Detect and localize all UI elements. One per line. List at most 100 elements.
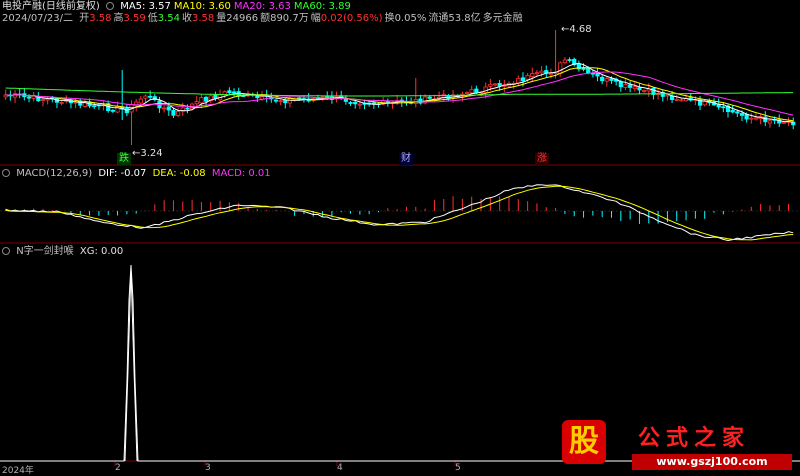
candle-body bbox=[739, 113, 745, 116]
candle-body bbox=[427, 96, 432, 99]
candle-body bbox=[418, 98, 423, 104]
indicator-title[interactable]: N字一剑封喉 bbox=[16, 246, 73, 257]
candle-body bbox=[199, 97, 204, 104]
candle-body bbox=[544, 70, 549, 74]
candle-body bbox=[143, 95, 148, 99]
candle-body bbox=[753, 117, 759, 120]
candle-body bbox=[632, 86, 637, 90]
candle-body bbox=[679, 99, 684, 102]
candle-body bbox=[781, 121, 787, 124]
macd-settings-circle-icon[interactable] bbox=[2, 169, 10, 177]
candle-body bbox=[749, 117, 754, 120]
macd-title[interactable]: MACD(12,26,9) bbox=[16, 168, 92, 179]
dea-line bbox=[5, 185, 794, 241]
candle-body bbox=[567, 59, 572, 61]
xaxis-label-feb: 2 bbox=[115, 463, 121, 473]
macd-value: MACD: 0.01 bbox=[211, 168, 271, 179]
low-price-label: ←3.24 bbox=[132, 148, 163, 159]
candle-body bbox=[325, 96, 330, 98]
candle-body bbox=[59, 101, 64, 104]
candle-body bbox=[227, 90, 232, 94]
candle-body bbox=[767, 120, 773, 124]
candle-body bbox=[642, 90, 647, 92]
ma10-line bbox=[5, 67, 794, 122]
macd-dif: DIF: -0.07 bbox=[98, 168, 147, 179]
candle-body bbox=[628, 84, 633, 88]
candle-body bbox=[45, 98, 50, 101]
candle-body bbox=[618, 81, 623, 88]
candle-body bbox=[492, 83, 498, 86]
indicator-settings-circle-icon[interactable] bbox=[2, 247, 10, 255]
candle-body bbox=[92, 105, 97, 108]
candle-body bbox=[665, 94, 670, 97]
logo-url: www.gszj100.com bbox=[632, 454, 792, 470]
candle-body bbox=[273, 99, 279, 102]
candle-body bbox=[385, 101, 390, 104]
candle-body bbox=[357, 103, 362, 106]
tag-finance[interactable]: 财 bbox=[399, 153, 413, 165]
candle-body bbox=[26, 96, 32, 99]
candle-body bbox=[562, 59, 568, 64]
candle-body bbox=[609, 78, 614, 81]
indicator-panel-header: N字一剑封喉 XG: 0.00 bbox=[2, 246, 126, 258]
candle-body bbox=[516, 77, 521, 84]
kline-chart[interactable] bbox=[0, 0, 800, 476]
candle-body bbox=[82, 102, 88, 107]
candle-body bbox=[534, 72, 540, 75]
candle-body bbox=[730, 109, 735, 113]
xaxis-label-year: 2024年 bbox=[2, 466, 34, 476]
high-price-label: ←4.68 bbox=[561, 24, 592, 35]
candle-body bbox=[353, 101, 358, 105]
candle-body bbox=[530, 73, 535, 77]
candle-body bbox=[148, 95, 153, 98]
candle-body bbox=[539, 70, 544, 74]
xaxis-label-may: 5 bbox=[455, 463, 461, 473]
candle-body bbox=[488, 83, 493, 87]
candle-body bbox=[586, 67, 591, 74]
candle-body bbox=[162, 107, 167, 110]
dif-line bbox=[5, 184, 794, 242]
logo-stock-glyph: 股 bbox=[562, 420, 606, 464]
candle-body bbox=[525, 75, 530, 80]
candle-body bbox=[203, 96, 209, 102]
tag-up[interactable]: 涨 bbox=[535, 153, 549, 165]
xg-spike-inner bbox=[124, 269, 138, 462]
candle-body bbox=[166, 106, 171, 111]
candle-body bbox=[744, 114, 749, 120]
candle-body bbox=[171, 109, 176, 116]
candle-body bbox=[278, 100, 283, 103]
candle-body bbox=[623, 84, 628, 88]
candle-body bbox=[520, 77, 526, 82]
candle-body bbox=[110, 109, 115, 112]
candle-body bbox=[604, 78, 609, 82]
ma60-line bbox=[5, 87, 794, 97]
candle-body bbox=[763, 116, 768, 123]
candle-body bbox=[674, 98, 679, 101]
watermark-logo: 股 公式之家 www.gszj100.com bbox=[556, 418, 796, 474]
candle-body bbox=[469, 89, 474, 94]
candle-body bbox=[185, 107, 190, 110]
indicator-xg: XG: 0.00 bbox=[79, 246, 124, 257]
candle-body bbox=[40, 99, 46, 101]
candle-body bbox=[600, 76, 605, 82]
candle-body bbox=[735, 111, 740, 114]
candle-body bbox=[283, 99, 288, 104]
logo-title: 公式之家 bbox=[638, 426, 751, 451]
xaxis-label-apr: 4 bbox=[337, 463, 343, 473]
candle-body bbox=[483, 86, 488, 93]
candle-body bbox=[497, 83, 502, 87]
candle-body bbox=[464, 92, 470, 95]
candle-body bbox=[721, 106, 726, 109]
candle-body bbox=[194, 101, 199, 105]
candle-body bbox=[287, 98, 293, 104]
xaxis-label-mar: 3 bbox=[205, 463, 211, 473]
candle-body bbox=[138, 98, 143, 104]
tag-down[interactable]: 跌 bbox=[117, 153, 131, 165]
macd-dea: DEA: -0.08 bbox=[152, 168, 206, 179]
candle-body bbox=[548, 72, 554, 75]
candle-body bbox=[474, 88, 479, 93]
macd-panel-header: MACD(12,26,9) DIF: -0.07 DEA: -0.08 MACD… bbox=[2, 168, 274, 180]
candle-body bbox=[176, 111, 181, 116]
candle-body bbox=[213, 94, 218, 99]
candle-body bbox=[348, 102, 353, 104]
